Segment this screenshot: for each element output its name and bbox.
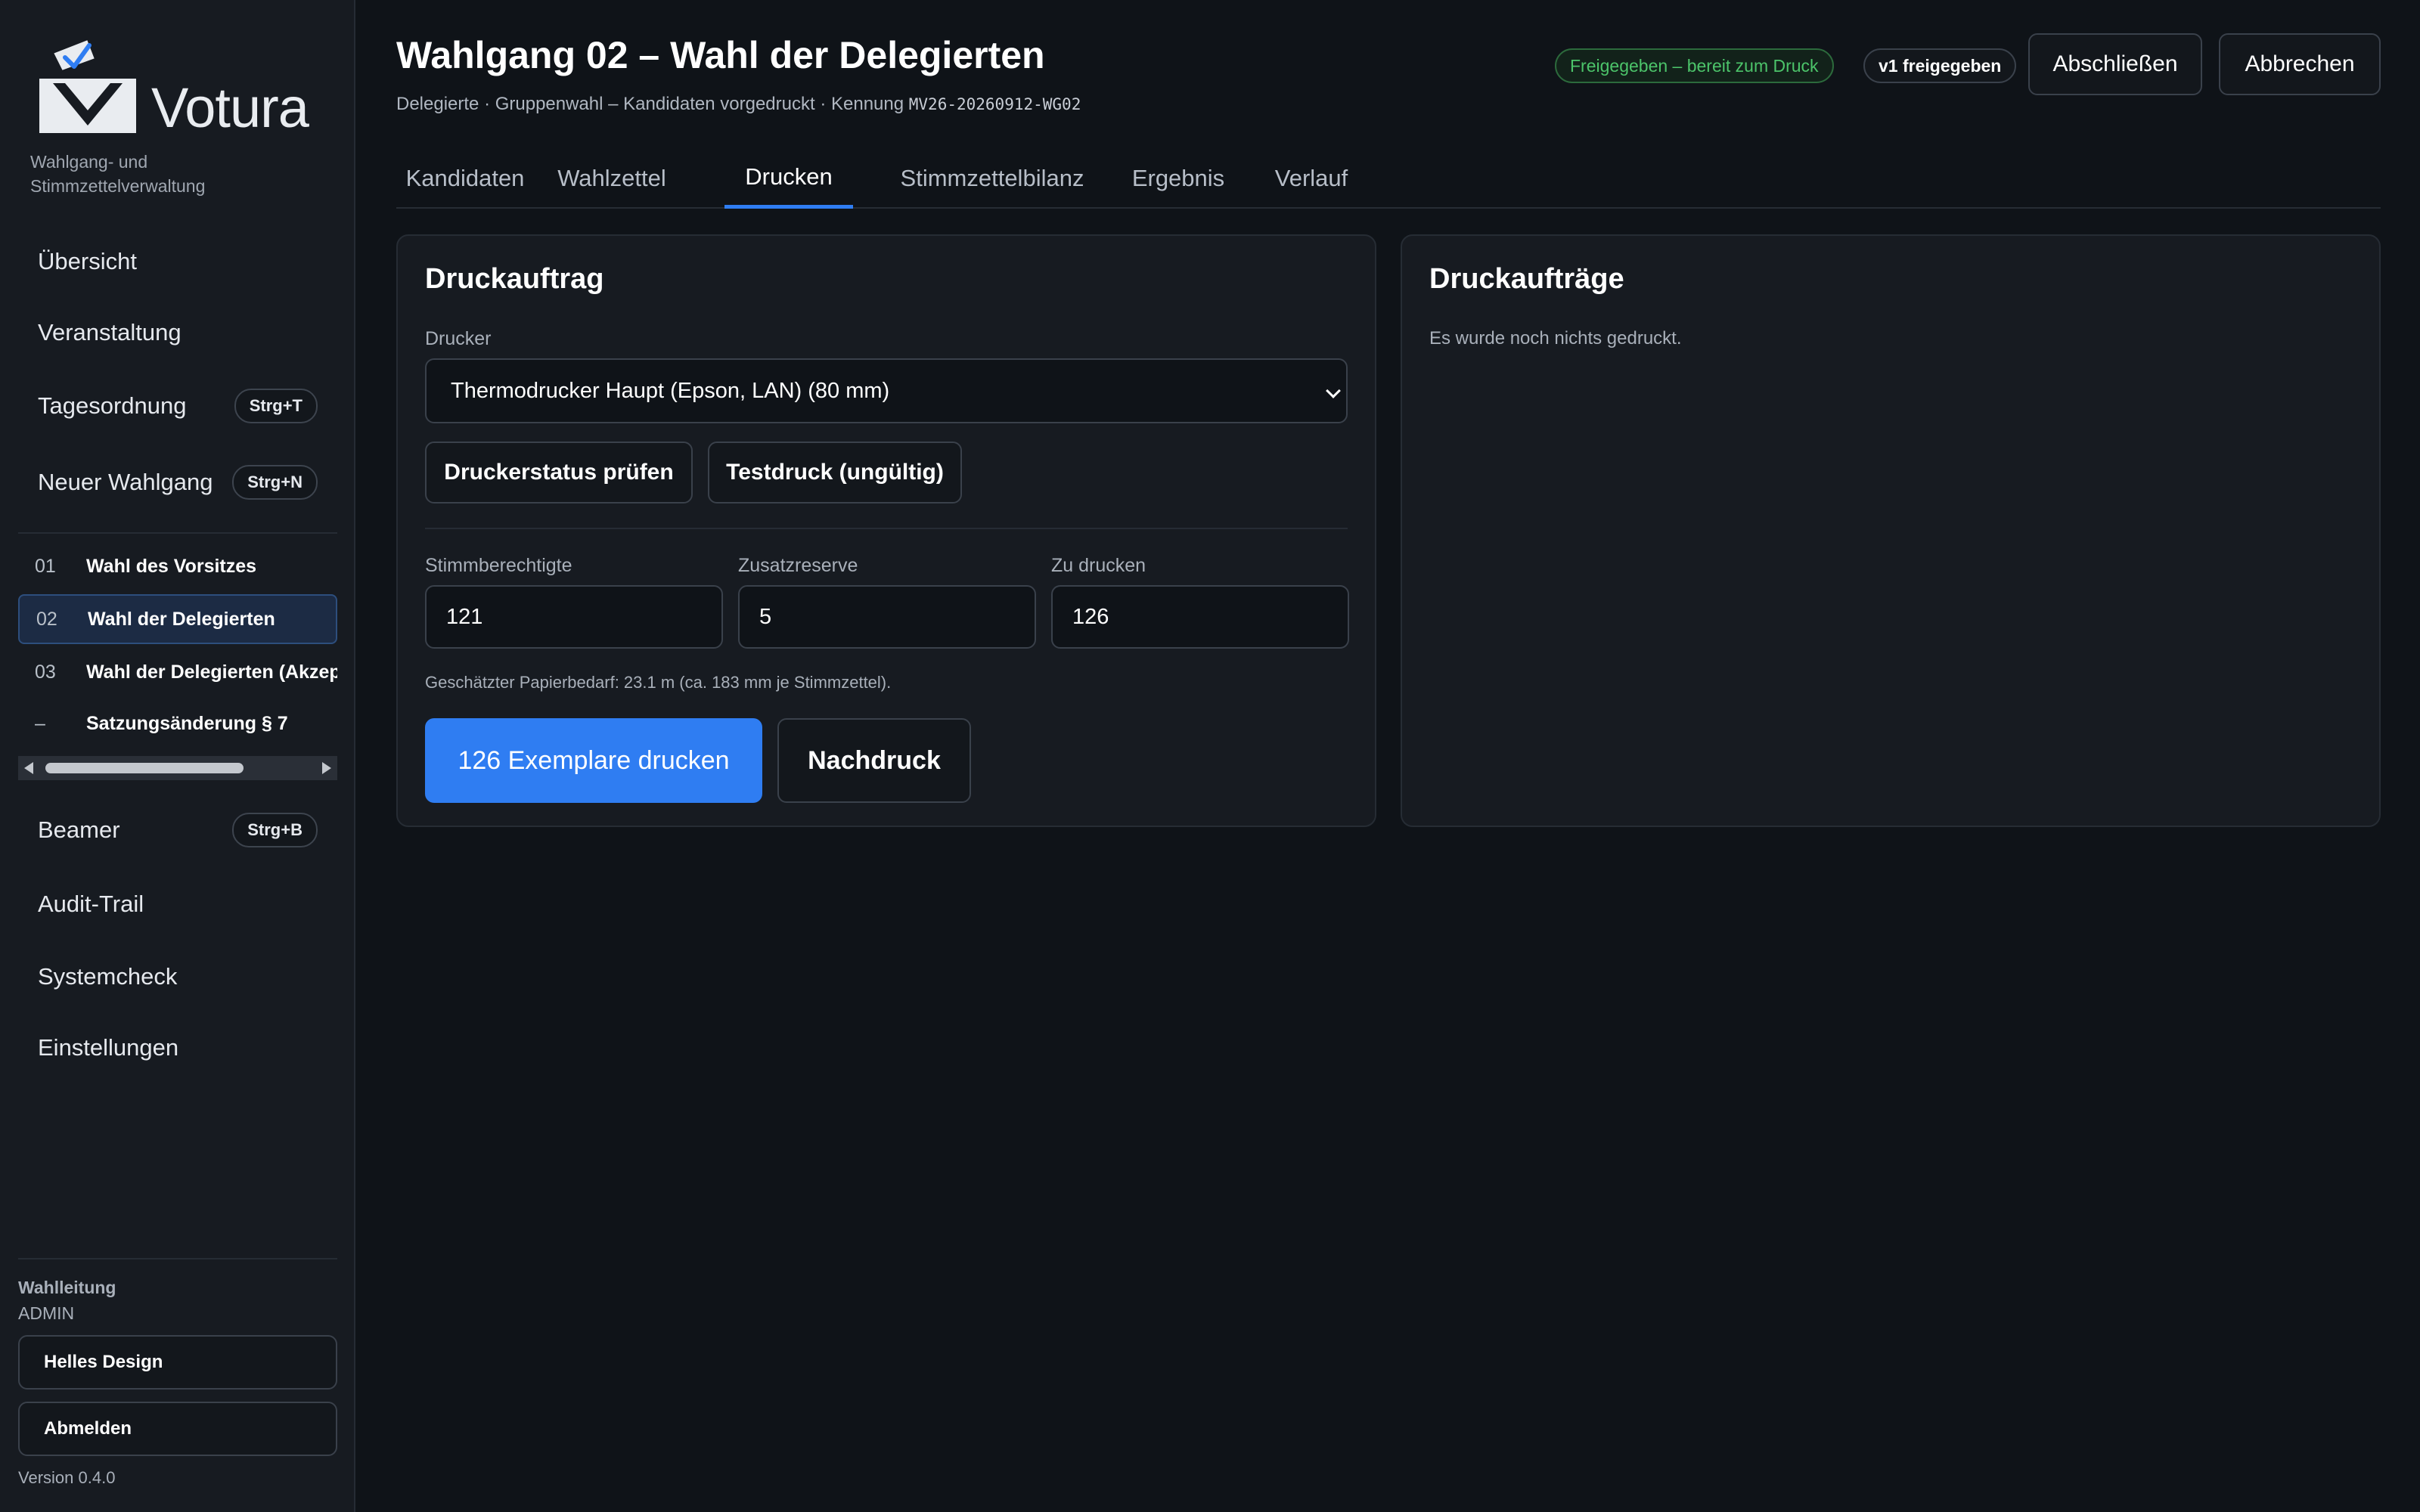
nav-label: Tagesordnung bbox=[38, 392, 187, 419]
to-print-label: Zu drucken bbox=[1051, 555, 1146, 576]
card-divider bbox=[425, 528, 1348, 529]
shortcut-badge: Strg+N bbox=[232, 465, 318, 500]
tab-candidates[interactable]: Kandidaten bbox=[396, 148, 534, 209]
to-print-input[interactable]: 126 bbox=[1051, 585, 1349, 649]
brand-logo[interactable]: Votura bbox=[35, 36, 309, 139]
card-title: Druckaufträge bbox=[1429, 263, 1624, 295]
printer-select[interactable]: Thermodrucker Haupt (Epson, LAN) (80 mm) bbox=[425, 358, 1348, 423]
nav-agenda[interactable]: Tagesordnung Strg+T bbox=[18, 379, 337, 433]
tab-ballot-paper[interactable]: Wahlzettel bbox=[548, 148, 676, 209]
ballot-label: Wahl der Delegierten bbox=[88, 608, 275, 630]
chevron-down-icon bbox=[1326, 383, 1341, 398]
ballot-box-logo-icon bbox=[39, 38, 136, 133]
ballot-list[interactable]: 01 Wahl des Vorsitzes 02 Wahl der Delegi… bbox=[18, 541, 337, 783]
ballot-number: 02 bbox=[36, 608, 57, 630]
card-title: Druckauftrag bbox=[425, 263, 604, 295]
ballot-item-active[interactable]: 02 Wahl der Delegierten bbox=[18, 594, 337, 644]
ballot-code: MV26-20260912-WG02 bbox=[908, 95, 1081, 113]
nav-label: Einstellungen bbox=[38, 1034, 179, 1061]
user-name: ADMIN bbox=[18, 1303, 75, 1323]
logout-button[interactable]: Abmelden bbox=[18, 1402, 337, 1456]
version-badge: v1 freigegeben bbox=[1863, 48, 2017, 83]
nav-audit-trail[interactable]: Audit-Trail bbox=[18, 877, 337, 931]
ballot-description: Delegierte · Gruppenwahl – Kandidaten vo… bbox=[396, 94, 904, 114]
light-theme-button[interactable]: Helles Design bbox=[18, 1335, 337, 1390]
print-jobs-card: Druckaufträge Es wurde noch nichts gedru… bbox=[1401, 234, 2381, 827]
nav-label: Beamer bbox=[38, 816, 120, 843]
empty-state-text: Es wurde noch nichts gedruckt. bbox=[1429, 328, 1682, 349]
sidebar-divider bbox=[18, 532, 337, 534]
brand-subtitle: Wahlgang- und Stimmzettelverwaltung bbox=[30, 152, 206, 196]
tab-bar: Kandidaten Wahlzettel Drucken Stimmzette… bbox=[396, 148, 2381, 209]
nav-label: Neuer Wahlgang bbox=[38, 469, 213, 495]
cancel-button[interactable]: Abbrechen bbox=[2219, 33, 2381, 95]
shortcut-badge: Strg+T bbox=[234, 389, 318, 423]
ballot-item[interactable]: 01 Wahl des Vorsitzes bbox=[18, 541, 337, 591]
nav-label: Systemcheck bbox=[38, 963, 178, 990]
reserve-input[interactable]: 5 bbox=[738, 585, 1036, 649]
reserve-label: Zusatzreserve bbox=[738, 555, 858, 576]
check-printer-status-button[interactable]: Druckerstatus prüfen bbox=[425, 442, 693, 503]
scroll-right-icon[interactable] bbox=[322, 762, 331, 774]
nav-label: Übersicht bbox=[38, 248, 137, 274]
ballot-number: 03 bbox=[35, 661, 56, 683]
ballot-number: – bbox=[35, 712, 45, 734]
tab-result[interactable]: Ergebnis bbox=[1113, 148, 1243, 209]
ballot-list-scrollbar[interactable] bbox=[18, 756, 337, 780]
sidebar: Votura Wahlgang- und Stimmzettelverwaltu… bbox=[0, 0, 355, 1512]
finish-button[interactable]: Abschließen bbox=[2028, 33, 2202, 95]
tab-ballot-balance[interactable]: Stimmzettelbilanz bbox=[879, 148, 1106, 209]
nav-overview[interactable]: Übersicht bbox=[18, 234, 337, 289]
ballot-label: Wahl der Delegierten (Akzeptanz) bbox=[86, 661, 337, 683]
nav-label: Veranstaltung bbox=[38, 319, 182, 345]
eligible-voters-label: Stimmberechtigte bbox=[425, 555, 572, 576]
nav-settings[interactable]: Einstellungen bbox=[18, 1021, 337, 1075]
tab-history[interactable]: Verlauf bbox=[1251, 148, 1372, 209]
ballot-item[interactable]: – Satzungsänderung § 7 bbox=[18, 699, 337, 748]
nav-label: Audit-Trail bbox=[38, 891, 144, 917]
nav-new-ballot[interactable]: Neuer Wahlgang Strg+N bbox=[18, 455, 337, 510]
ballot-number: 01 bbox=[35, 555, 56, 577]
brand-name: Votura bbox=[151, 76, 309, 139]
status-badge: Freigegeben – bereit zum Druck bbox=[1555, 48, 1834, 83]
paper-estimate-hint: Geschätzter Papierbedarf: 23.1 m (ca. 18… bbox=[425, 673, 892, 692]
ballot-label: Satzungsänderung § 7 bbox=[86, 712, 288, 734]
user-role: Wahlleitung bbox=[18, 1278, 116, 1297]
sidebar-divider bbox=[18, 1258, 337, 1259]
ballot-item[interactable]: 03 Wahl der Delegierten (Akzeptanz) bbox=[18, 647, 337, 697]
scrollbar-thumb[interactable] bbox=[45, 763, 244, 773]
nav-beamer[interactable]: Beamer Strg+B bbox=[18, 803, 337, 857]
reprint-button[interactable]: Nachdruck bbox=[777, 718, 971, 803]
shortcut-badge: Strg+B bbox=[232, 813, 318, 847]
tab-print[interactable]: Drucken bbox=[724, 148, 853, 209]
page-title: Wahlgang 02 – Wahl der Delegierten bbox=[396, 34, 1045, 76]
printer-label: Drucker bbox=[425, 328, 492, 349]
scroll-left-icon[interactable] bbox=[24, 762, 33, 774]
nav-event[interactable]: Veranstaltung bbox=[18, 305, 337, 360]
printer-value: Thermodrucker Haupt (Epson, LAN) (80 mm) bbox=[451, 378, 890, 403]
print-job-card: Druckauftrag Drucker Thermodrucker Haupt… bbox=[396, 234, 1376, 827]
nav-system-check[interactable]: Systemcheck bbox=[18, 950, 337, 1004]
eligible-voters-input[interactable]: 121 bbox=[425, 585, 723, 649]
ballot-label: Wahl des Vorsitzes bbox=[86, 555, 257, 577]
print-copies-button[interactable]: 126 Exemplare drucken bbox=[425, 718, 762, 803]
page-meta: Delegierte · Gruppenwahl – Kandidaten vo… bbox=[396, 94, 1081, 115]
test-print-button[interactable]: Testdruck (ungültig) bbox=[708, 442, 962, 503]
app-version: Version 0.4.0 bbox=[18, 1468, 116, 1487]
